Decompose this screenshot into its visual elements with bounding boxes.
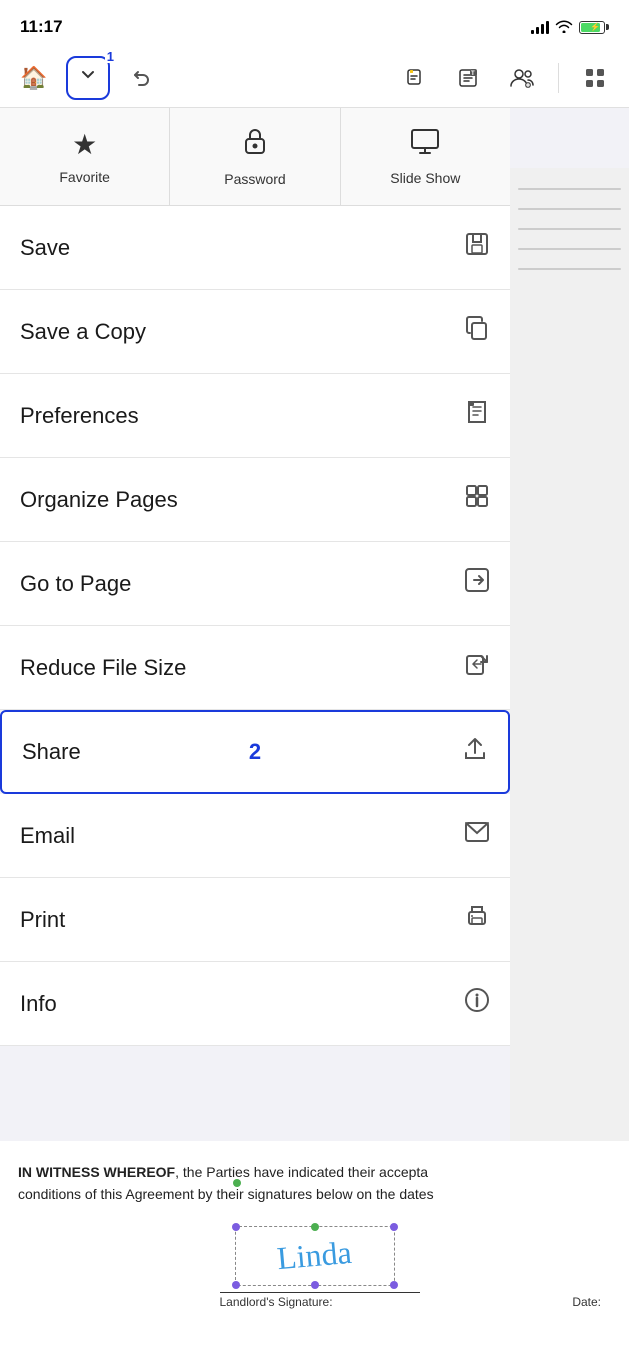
share-label: Share bbox=[22, 739, 81, 765]
svg-text:T: T bbox=[471, 71, 475, 77]
corner-handle-tr[interactable] bbox=[390, 1223, 398, 1231]
corner-handle-bm[interactable] bbox=[311, 1281, 319, 1289]
corner-handle-br[interactable] bbox=[390, 1281, 398, 1289]
preferences-icon bbox=[464, 399, 490, 432]
arrow-right-icon bbox=[464, 567, 490, 600]
reduce-file-size-label: Reduce File Size bbox=[20, 655, 186, 681]
favorite-button[interactable]: ★ Favorite bbox=[0, 108, 170, 205]
signature-area: Linda Landlord's Signature: Date: bbox=[18, 1226, 611, 1310]
wifi-icon bbox=[555, 19, 573, 36]
save-icon bbox=[464, 231, 490, 264]
mail-icon bbox=[464, 821, 490, 850]
slideshow-label: Slide Show bbox=[390, 170, 460, 186]
reduce-file-size-menu-item[interactable]: Reduce File Size bbox=[0, 626, 510, 710]
info-label: Info bbox=[20, 991, 57, 1017]
text-button[interactable]: T bbox=[446, 56, 490, 100]
grid-icon bbox=[464, 483, 490, 516]
preferences-label: Preferences bbox=[20, 403, 139, 429]
slideshow-icon bbox=[410, 127, 440, 162]
print-menu-item[interactable]: Print bbox=[0, 878, 510, 962]
print-label: Print bbox=[20, 907, 65, 933]
menu-overlay: ★ Favorite Password Slide Show bbox=[0, 108, 510, 1046]
toolbar-divider bbox=[558, 63, 559, 93]
email-label: Email bbox=[20, 823, 75, 849]
signature-text: Linda bbox=[276, 1234, 354, 1277]
signature-box[interactable]: Linda bbox=[235, 1226, 395, 1286]
document-bottom: IN WITNESS WHEREOF, the Parties have ind… bbox=[0, 1141, 629, 1361]
highlight-button[interactable] bbox=[392, 56, 436, 100]
landlord-label: Landlord's Signature: bbox=[220, 1295, 420, 1309]
doc-bold-text: IN WITNESS WHEREOF bbox=[18, 1164, 175, 1180]
password-label: Password bbox=[224, 171, 285, 187]
corner-handle-bl[interactable] bbox=[232, 1281, 240, 1289]
undo-button[interactable] bbox=[120, 56, 164, 100]
status-bar: 11:17 ⚡ bbox=[0, 0, 629, 48]
apps-button[interactable] bbox=[573, 56, 617, 100]
document-text: IN WITNESS WHEREOF, the Parties have ind… bbox=[18, 1161, 611, 1206]
info-menu-item[interactable]: Info bbox=[0, 962, 510, 1046]
print-icon bbox=[464, 903, 490, 936]
organize-pages-menu-item[interactable]: Organize Pages bbox=[0, 458, 510, 542]
status-icons: ⚡ bbox=[531, 19, 609, 36]
date-label: Date: bbox=[572, 1295, 601, 1309]
dropdown-badge: 1 bbox=[105, 50, 116, 63]
share-badge: 2 bbox=[249, 739, 261, 765]
signature-line bbox=[220, 1292, 420, 1294]
favorite-label: Favorite bbox=[59, 169, 110, 185]
go-to-page-menu-item[interactable]: Go to Page bbox=[0, 542, 510, 626]
upload-icon bbox=[462, 736, 488, 769]
star-icon: ★ bbox=[72, 128, 97, 161]
toolbar: 🏠 1 T bbox=[0, 48, 629, 108]
save-copy-label: Save a Copy bbox=[20, 319, 146, 345]
status-time: 11:17 bbox=[20, 17, 63, 37]
center-handle-top[interactable] bbox=[311, 1223, 319, 1231]
icon-row: ★ Favorite Password Slide Show bbox=[0, 108, 510, 206]
organize-pages-label: Organize Pages bbox=[20, 487, 178, 513]
save-menu-item[interactable]: Save bbox=[0, 206, 510, 290]
chevron-down-icon bbox=[78, 65, 98, 91]
go-to-page-label: Go to Page bbox=[20, 571, 131, 597]
preferences-menu-item[interactable]: Preferences bbox=[0, 374, 510, 458]
info-icon bbox=[464, 987, 490, 1020]
copy-icon bbox=[464, 315, 490, 348]
slideshow-button[interactable]: Slide Show bbox=[341, 108, 510, 205]
save-copy-menu-item[interactable]: Save a Copy bbox=[0, 290, 510, 374]
signal-icon bbox=[531, 20, 549, 34]
battery-icon: ⚡ bbox=[579, 21, 609, 34]
corner-handle-tl[interactable] bbox=[232, 1223, 240, 1231]
share-menu-item[interactable]: Share 2 bbox=[0, 710, 510, 794]
save-label: Save bbox=[20, 235, 70, 261]
password-button[interactable]: Password bbox=[170, 108, 340, 205]
home-button[interactable]: 🏠 bbox=[12, 56, 56, 100]
email-menu-item[interactable]: Email bbox=[0, 794, 510, 878]
users-button[interactable] bbox=[500, 56, 544, 100]
compress-icon bbox=[464, 651, 490, 684]
dropdown-button[interactable]: 1 bbox=[66, 56, 110, 100]
lock-icon bbox=[241, 126, 269, 163]
